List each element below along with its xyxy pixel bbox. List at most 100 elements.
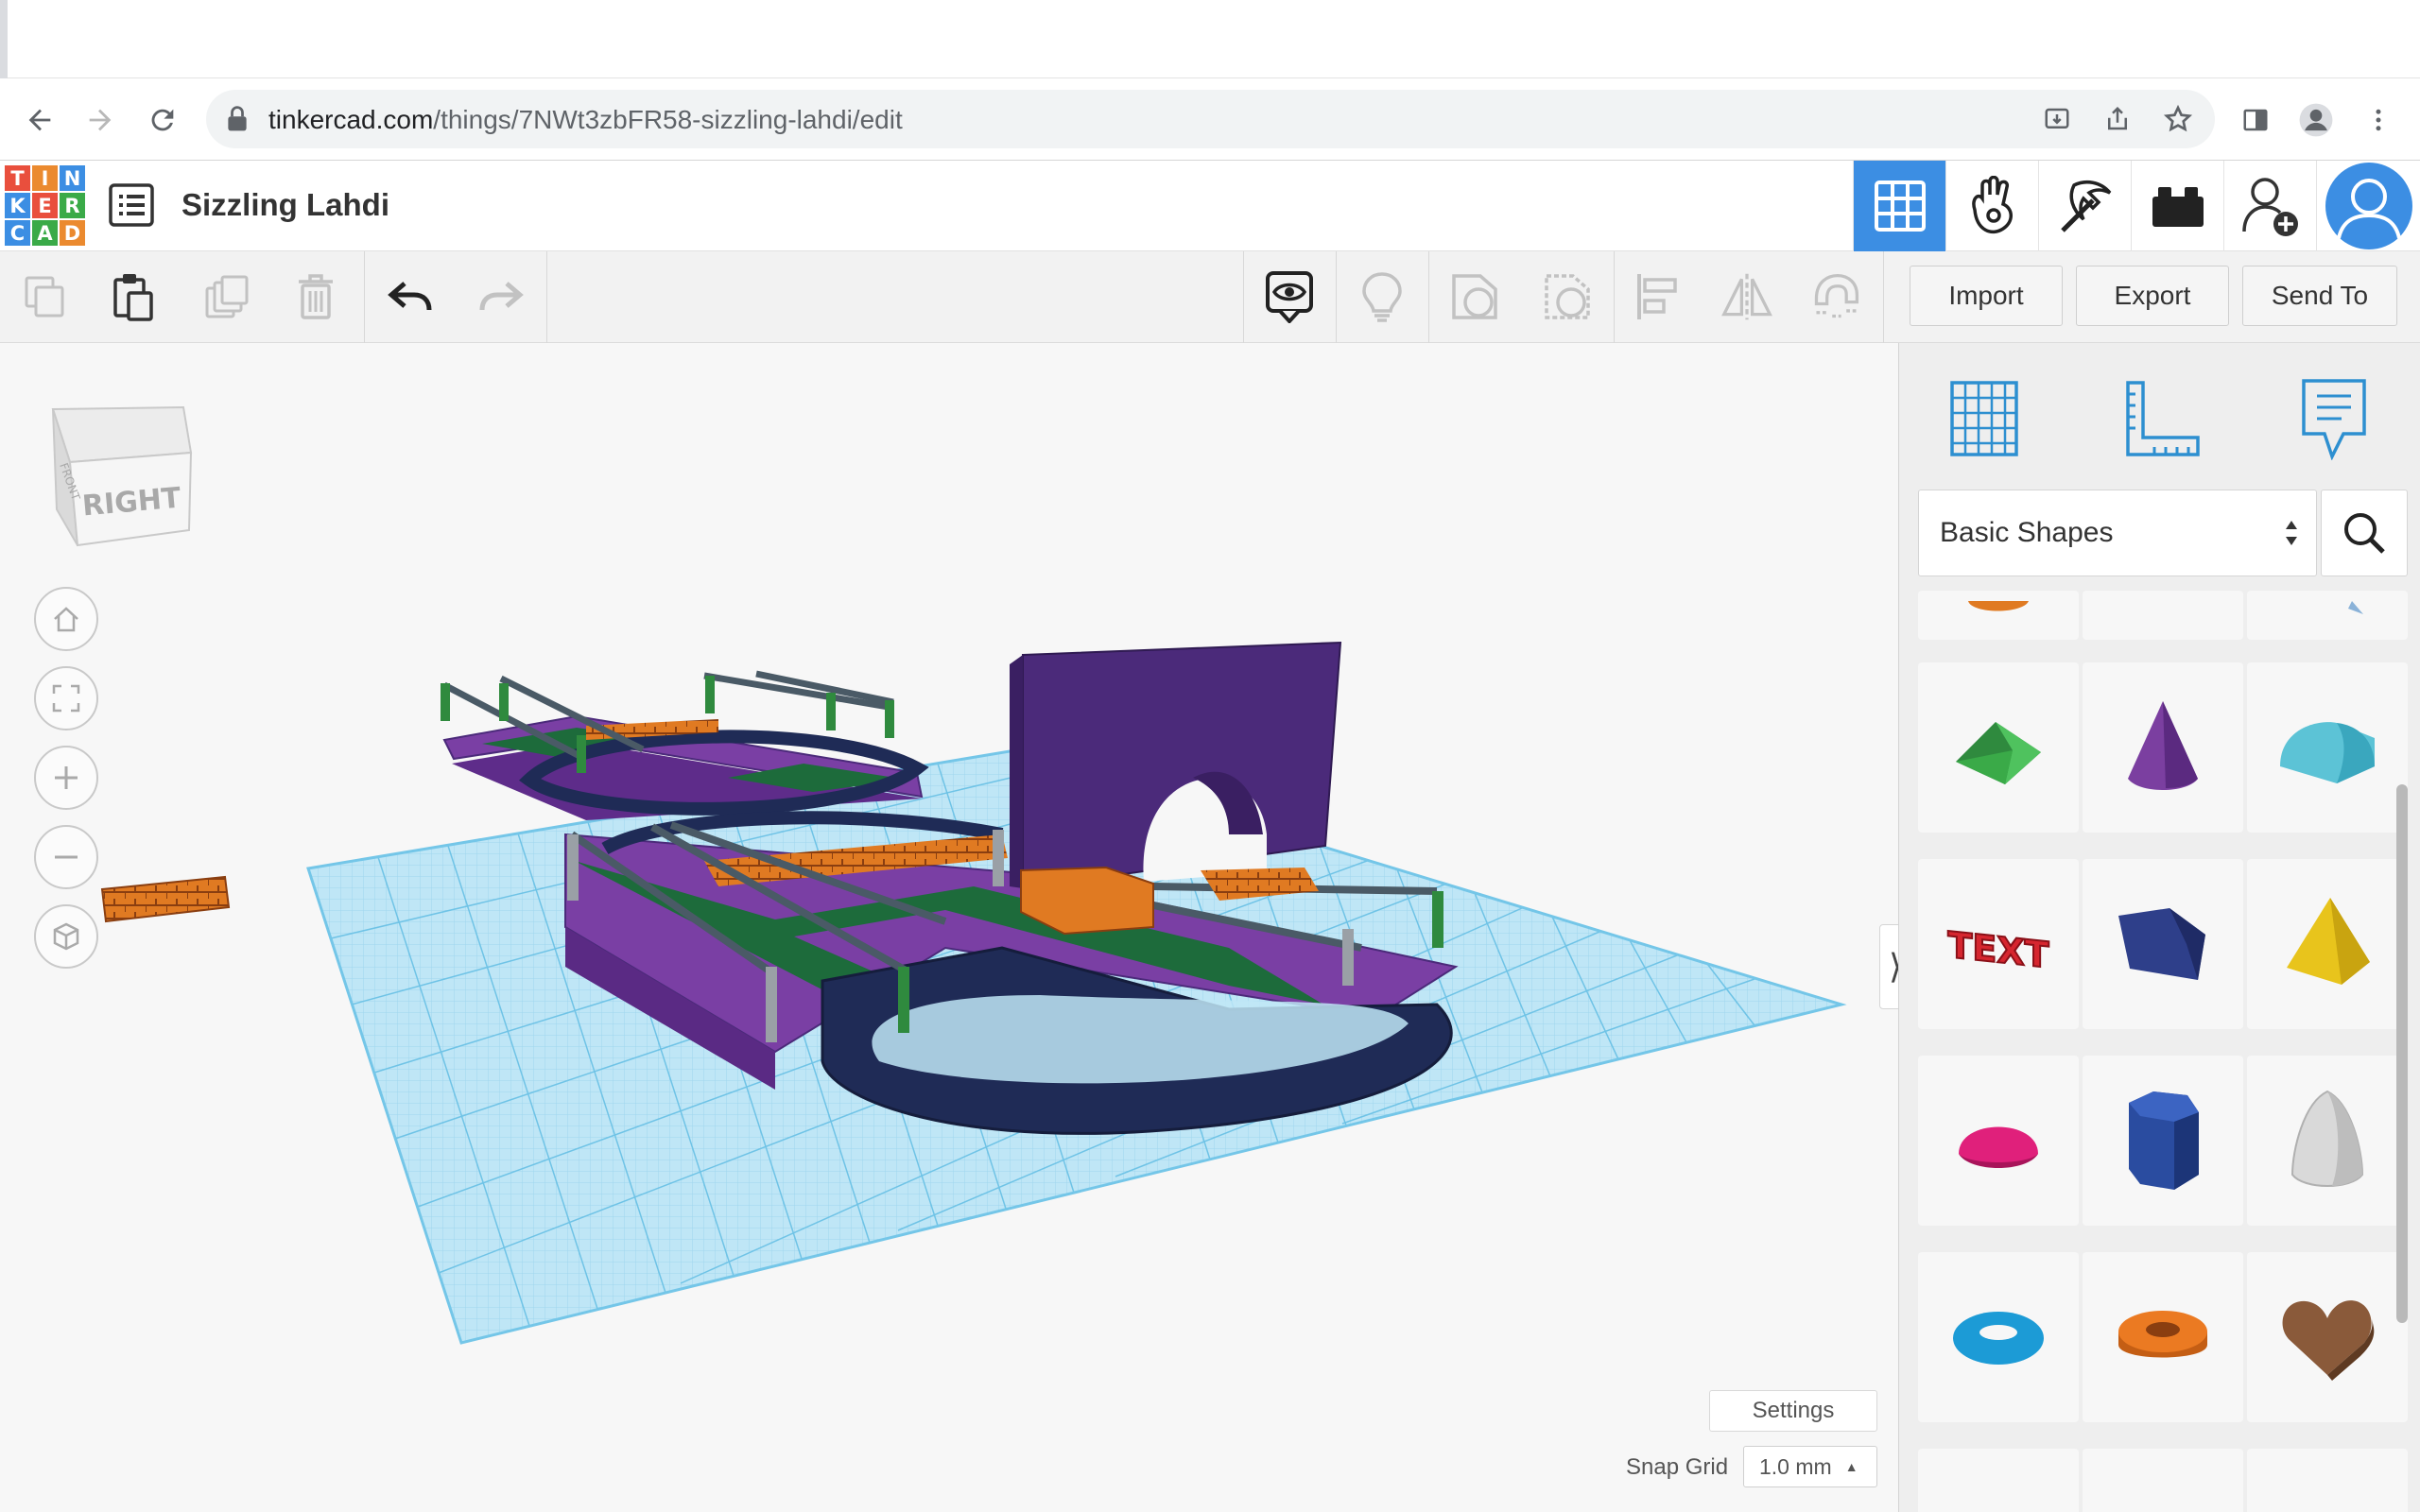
logo-letter: A <box>32 220 58 246</box>
shape-tile-roof[interactable] <box>1918 662 2079 833</box>
align-button[interactable] <box>1632 270 1685 323</box>
undo-icon <box>388 282 432 311</box>
codeblocks-icon <box>2060 180 2111 232</box>
tinkercad-logo[interactable]: TIN KER CAD <box>5 165 85 246</box>
url-text: tinkercad.com/things/7NWt3zbFR58-sizzlin… <box>268 105 903 134</box>
mode-bricks[interactable] <box>2131 161 2223 251</box>
paste-icon <box>113 274 153 321</box>
share-icon[interactable] <box>2100 102 2135 136</box>
roof-shape-icon <box>1956 722 2041 784</box>
snap-grid-label: Snap Grid <box>1626 1454 1729 1480</box>
mirror-button[interactable] <box>1720 270 1773 323</box>
brick-piece[interactable] <box>100 875 231 923</box>
cone-shape-icon <box>2128 701 2198 790</box>
shape-library-select[interactable]: Basic Shapes <box>1918 490 2317 576</box>
install-app-icon[interactable] <box>2040 102 2074 136</box>
panel-collapse-handle[interactable]: ⟩ <box>1879 924 1898 1009</box>
export-button[interactable]: Export <box>2076 266 2229 326</box>
shape-preview-partial <box>2348 601 2363 614</box>
settings-button[interactable]: Settings <box>1709 1390 1877 1432</box>
ruler-icon <box>2126 381 2200 456</box>
ruler-tab[interactable] <box>2115 371 2209 466</box>
address-bar[interactable]: tinkercad.com/things/7NWt3zbFR58-sizzlin… <box>206 90 2215 148</box>
import-button[interactable]: Import <box>1910 266 2063 326</box>
shape-tile-paraboloid[interactable] <box>2247 1056 2408 1226</box>
notes-tab[interactable] <box>2287 371 2381 466</box>
mode-3d-design[interactable] <box>1853 161 1945 251</box>
show-hidden-button[interactable] <box>1263 270 1316 323</box>
bookmark-star-icon[interactable] <box>2161 102 2195 136</box>
3d-scene[interactable] <box>0 343 1898 1512</box>
shape-tile-partial[interactable] <box>2247 591 2408 640</box>
shape-tile-tube[interactable] <box>2083 1252 2243 1422</box>
shape-tile-hexagonal-prism[interactable] <box>2083 1056 2243 1226</box>
svg-text:TEXT: TEXT <box>1947 924 2048 976</box>
user-avatar[interactable] <box>2316 161 2420 251</box>
logo-letter: D <box>60 220 85 246</box>
forward-button[interactable] <box>79 99 121 141</box>
panel-scrollbar[interactable] <box>2396 784 2408 1323</box>
mode-circuits[interactable] <box>1945 161 2038 251</box>
shape-tile-torus[interactable] <box>1918 1252 2079 1422</box>
solid-shape-button[interactable] <box>1448 270 1501 323</box>
workplane-viewport[interactable]: RIGHT FRONT Settings Snap Grid 1.0 mm ▲ <box>0 343 1898 1512</box>
hole-shape-button[interactable] <box>1541 270 1594 323</box>
paste-button[interactable] <box>108 270 161 323</box>
align-icon <box>1637 274 1677 319</box>
round-roof-shape-icon <box>2280 722 2375 783</box>
redo-button[interactable] <box>475 270 527 323</box>
invite-user-button[interactable] <box>2223 161 2316 251</box>
list-icon <box>109 183 154 227</box>
logo-letter: K <box>5 193 30 218</box>
design-list-button[interactable] <box>109 183 154 227</box>
undo-button[interactable] <box>384 270 437 323</box>
lock-icon <box>228 106 247 131</box>
caret-up-icon: ▲ <box>1844 1459 1858 1474</box>
torus-shape-icon <box>1953 1312 2044 1365</box>
profile-avatar-icon <box>2325 163 2412 249</box>
mode-codeblocks[interactable] <box>2038 161 2131 251</box>
shape-tile-cone[interactable] <box>2083 662 2243 833</box>
shape-tile-partial[interactable] <box>1918 591 2079 640</box>
copy-button[interactable] <box>19 270 72 323</box>
shape-tile-heart[interactable] <box>2247 1252 2408 1422</box>
kebab-menu-icon <box>2376 109 2381 131</box>
browser-tab-strip <box>0 0 2420 78</box>
workplane-tab[interactable] <box>1937 371 2031 466</box>
reload-button[interactable] <box>142 99 183 141</box>
shape-tile-partial[interactable] <box>2083 591 2243 640</box>
shape-tile-text[interactable]: TEXT <box>1918 859 2079 1029</box>
reload-icon <box>151 109 174 131</box>
shape-tile-partial[interactable] <box>2083 1449 2243 1512</box>
chevron-right-icon: ⟩ <box>1889 947 1898 987</box>
design-title[interactable]: Sizzling Lahdi <box>182 187 389 223</box>
tube-shape-icon <box>2118 1311 2207 1358</box>
snap-grid-select[interactable]: 1.0 mm ▲ <box>1743 1446 1877 1487</box>
paraboloid-shape-icon <box>2290 1090 2364 1187</box>
shape-tile-polygon[interactable] <box>2083 859 2243 1029</box>
shape-tile-partial[interactable] <box>2247 1449 2408 1512</box>
duplicate-button[interactable] <box>200 270 253 323</box>
side-panel-button[interactable] <box>2235 99 2276 141</box>
shape-tile-partial[interactable] <box>1918 1449 2079 1512</box>
shape-tile-pyramid[interactable] <box>2247 859 2408 1029</box>
group-magnet-button[interactable] <box>1809 270 1862 323</box>
back-button[interactable] <box>19 99 60 141</box>
toolbar-separator <box>1614 251 1615 343</box>
notes-button[interactable] <box>1356 270 1409 323</box>
shape-tile-round-roof[interactable] <box>2247 662 2408 833</box>
circuits-icon <box>1971 176 2013 234</box>
send-to-button[interactable]: Send To <box>2242 266 2397 326</box>
delete-button[interactable] <box>289 270 342 323</box>
hexagonal-prism-shape-icon <box>2129 1091 2199 1190</box>
snap-grid-value: 1.0 mm <box>1759 1453 1832 1479</box>
forward-arrow-icon <box>89 109 112 131</box>
logo-letter: T <box>5 165 30 191</box>
profile-button[interactable] <box>2295 99 2337 141</box>
search-shapes-button[interactable] <box>2321 490 2408 576</box>
browser-menu-button[interactable] <box>2358 99 2399 141</box>
side-panel-icon <box>2243 109 2268 131</box>
toolbar-separator <box>364 251 365 343</box>
shape-tile-half-sphere[interactable] <box>1918 1056 2079 1226</box>
search-icon <box>2344 513 2385 554</box>
